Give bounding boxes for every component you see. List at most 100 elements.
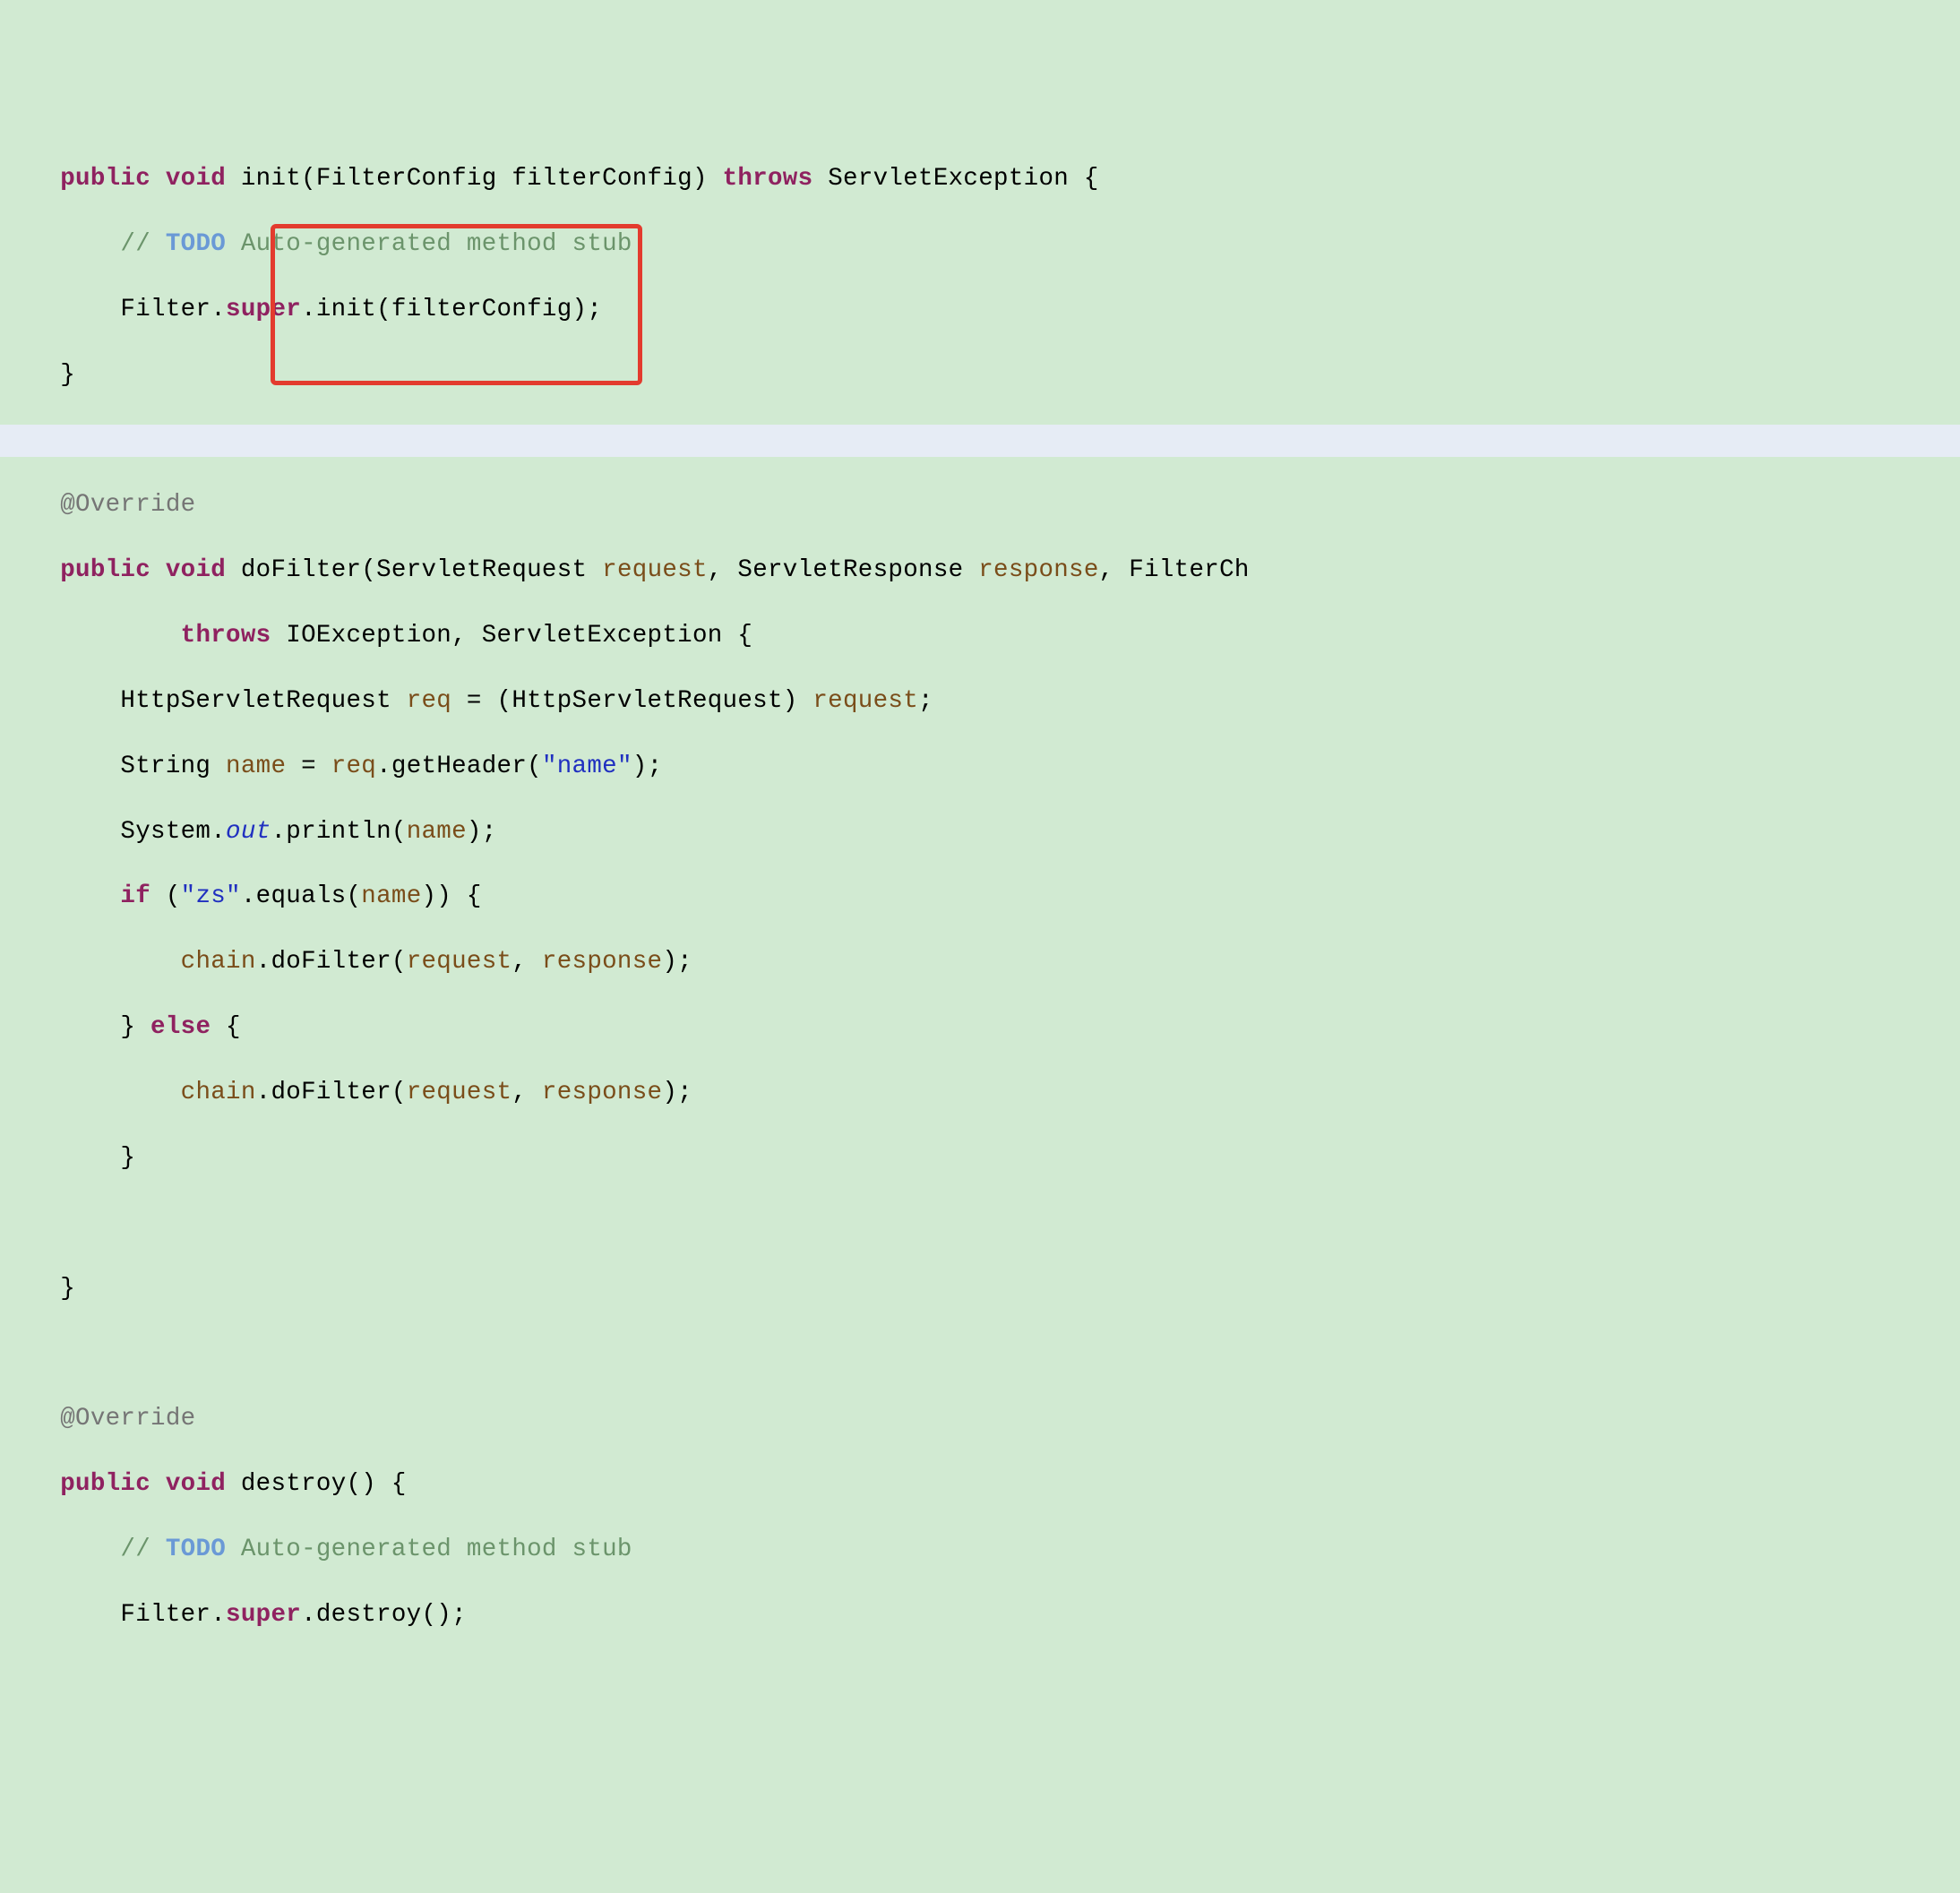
string-literal: "zs" xyxy=(181,882,241,910)
text: ); xyxy=(662,948,692,976)
text: = (HttpServletRequest) xyxy=(451,687,812,715)
todo-tag: TODO xyxy=(166,230,226,258)
keyword-void: void xyxy=(166,556,226,584)
pad xyxy=(0,1079,181,1106)
pad: } xyxy=(0,1013,150,1041)
keyword-else: else xyxy=(150,1013,211,1041)
text: , FilterCh xyxy=(1099,556,1250,584)
text: )) { xyxy=(422,882,482,910)
text: .getHeader( xyxy=(376,753,542,780)
pad xyxy=(0,622,181,650)
code-line: public void doFilter(ServletRequest requ… xyxy=(0,555,1960,587)
var-request: request xyxy=(602,556,708,584)
var-chain: chain xyxy=(181,948,256,976)
text: , xyxy=(511,948,542,976)
text: ); xyxy=(467,818,497,846)
comment-slashes: // xyxy=(120,1536,165,1563)
pad: System. xyxy=(0,818,226,846)
var-response: response xyxy=(978,556,1098,584)
code-line: System.out.println(name); xyxy=(0,816,1960,848)
var-name: name xyxy=(407,818,467,846)
keyword-public: public xyxy=(60,556,150,584)
var-request: request xyxy=(407,948,512,976)
text: .destroy(); xyxy=(301,1601,467,1629)
pad xyxy=(0,230,120,258)
code-line: Filter.super.init(filterConfig); xyxy=(0,294,1960,326)
keyword-public: public xyxy=(60,165,150,193)
text: , ServletResponse xyxy=(708,556,978,584)
keyword-if: if xyxy=(120,882,150,910)
pad xyxy=(0,491,60,519)
code-editor[interactable]: public void init(FilterConfig filterConf… xyxy=(0,131,1960,1665)
var-response: response xyxy=(542,1079,662,1106)
text: ); xyxy=(662,1079,692,1106)
code-line: public void destroy() { xyxy=(0,1468,1960,1501)
text: destroy() { xyxy=(226,1470,407,1498)
code-line: // TODO Auto-generated method stub xyxy=(0,228,1960,261)
code-line: @Override xyxy=(0,489,1960,521)
keyword-void: void xyxy=(166,165,226,193)
var-request: request xyxy=(407,1079,512,1106)
blank-line-highlight xyxy=(0,425,1960,457)
var-req: req xyxy=(331,753,376,780)
text: ); xyxy=(632,753,663,780)
keyword-throws: throws xyxy=(181,622,271,650)
pad xyxy=(0,1536,120,1563)
comment-slashes: // xyxy=(120,230,165,258)
comment-text: Auto-generated method stub xyxy=(226,1536,632,1563)
keyword-super: super xyxy=(226,296,301,323)
text: .doFilter( xyxy=(256,948,407,976)
pad xyxy=(0,1405,60,1433)
text: .init(filterConfig); xyxy=(301,296,602,323)
pad: Filter. xyxy=(0,296,226,323)
todo-tag: TODO xyxy=(166,1536,226,1563)
comment: // TODO Auto-generated method stub xyxy=(120,230,632,258)
text: ; xyxy=(918,687,933,715)
text: IOException, ServletException { xyxy=(271,622,752,650)
comment: // TODO Auto-generated method stub xyxy=(120,1536,632,1563)
code-line: // TODO Auto-generated method stub xyxy=(0,1534,1960,1566)
text: = xyxy=(286,753,331,780)
code-line xyxy=(0,1338,1960,1371)
code-line: String name = req.getHeader("name"); xyxy=(0,751,1960,783)
code-line: chain.doFilter(request, response); xyxy=(0,1077,1960,1109)
annotation-override: @Override xyxy=(60,491,195,519)
text: { xyxy=(211,1013,241,1041)
code-line xyxy=(0,1208,1960,1240)
code-line: } xyxy=(0,1273,1960,1305)
var-chain: chain xyxy=(181,1079,256,1106)
text: .doFilter( xyxy=(256,1079,407,1106)
var-response: response xyxy=(542,948,662,976)
code-line: } else { xyxy=(0,1011,1960,1044)
var-req: req xyxy=(407,687,451,715)
annotation-override: @Override xyxy=(60,1405,195,1433)
code-line: throws IOException, ServletException { xyxy=(0,620,1960,652)
pad: Filter. xyxy=(0,1601,226,1629)
var-request: request xyxy=(812,687,918,715)
pad xyxy=(0,556,60,584)
comment-text: Auto-generated method stub xyxy=(226,230,632,258)
pad: String xyxy=(0,753,226,780)
text: ServletException { xyxy=(812,165,1098,193)
var-name: name xyxy=(361,882,421,910)
keyword-super: super xyxy=(226,1601,301,1629)
pad: HttpServletRequest xyxy=(0,687,407,715)
text: , xyxy=(511,1079,542,1106)
keyword-throws: throws xyxy=(723,165,813,193)
code-line: } xyxy=(0,359,1960,392)
text: .equals( xyxy=(241,882,361,910)
pad xyxy=(0,882,120,910)
pad xyxy=(0,948,181,976)
keyword-public: public xyxy=(60,1470,150,1498)
code-line: } xyxy=(0,1142,1960,1175)
code-line: public void init(FilterConfig filterConf… xyxy=(0,163,1960,195)
text: init(FilterConfig filterConfig) xyxy=(226,165,723,193)
keyword-void: void xyxy=(166,1470,226,1498)
code-line: HttpServletRequest req = (HttpServletReq… xyxy=(0,685,1960,718)
string-literal: "name" xyxy=(542,753,632,780)
code-line: Filter.super.destroy(); xyxy=(0,1599,1960,1631)
text: ( xyxy=(150,882,181,910)
text: .println( xyxy=(271,818,406,846)
pad xyxy=(0,1470,60,1498)
text: doFilter(ServletRequest xyxy=(226,556,602,584)
